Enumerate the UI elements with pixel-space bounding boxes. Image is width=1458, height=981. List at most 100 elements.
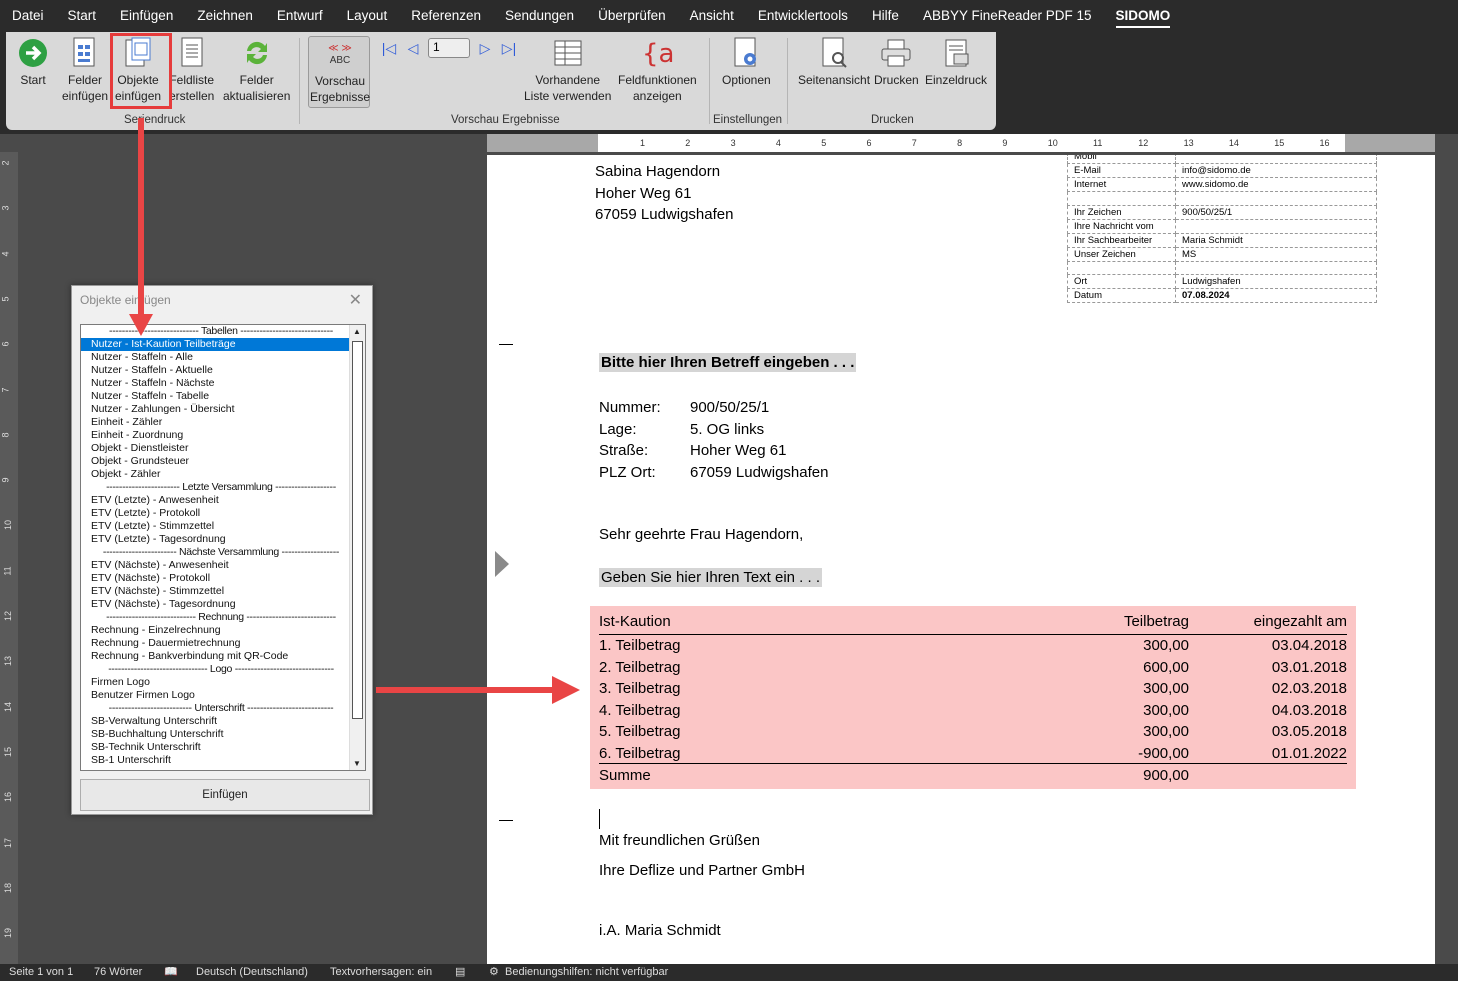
list-item[interactable]: Nutzer - Ist-Kaution Teilbeträge xyxy=(81,338,365,351)
menu-item[interactable]: Zeichnen xyxy=(185,0,265,32)
kaution-cell: eingezahlt am xyxy=(1253,613,1347,630)
list-item[interactable]: Nutzer - Staffeln - Alle xyxy=(81,351,365,364)
kaution-cell: 900,00 xyxy=(1143,767,1189,784)
kaution-cell: 02.03.2018 xyxy=(1271,680,1347,698)
feldfunktionen-button[interactable]: {a} Feldfunktionen anzeigen xyxy=(618,36,697,104)
collapse-arrow-icon[interactable] xyxy=(495,551,509,577)
menu-item[interactable]: Einfügen xyxy=(108,0,185,32)
ruler-tick-label: 8 xyxy=(0,432,11,438)
menu-item[interactable]: Start xyxy=(56,0,109,32)
menu-item[interactable]: Sendungen xyxy=(493,0,586,32)
scroll-up-icon[interactable]: ▲ xyxy=(353,327,361,336)
listbox-scrollbar[interactable]: ▲ ▼ xyxy=(349,325,365,770)
document-page[interactable]: Sabina Hagendorn Hoher Weg 61 67059 Ludw… xyxy=(487,155,1435,964)
menu-item[interactable]: Entwicklertools xyxy=(746,0,860,32)
list-item[interactable]: ETV (Nächste) - Anwesenheit xyxy=(81,559,365,572)
menu-item[interactable]: Ansicht xyxy=(678,0,746,32)
kaution-cell: 2. Teilbetrag xyxy=(599,658,681,676)
group-drucken: Drucken xyxy=(871,114,914,126)
list-item[interactable]: Rechnung - Dauermietrechnung xyxy=(81,637,365,650)
list-item[interactable]: ETV (Letzte) - Stimmzettel xyxy=(81,520,365,533)
list-item[interactable]: Firmen Logo xyxy=(81,676,365,689)
info-label: Internet xyxy=(1067,177,1176,192)
info-value xyxy=(1175,260,1377,276)
next-record-icon[interactable]: ▷ xyxy=(476,40,494,57)
menu-item[interactable]: ABBYY FineReader PDF 15 xyxy=(911,0,1104,32)
menu-item[interactable]: Entwurf xyxy=(265,0,335,32)
previous-record-icon[interactable]: ◁ xyxy=(404,40,422,57)
address-line: 67059 Ludwigshafen xyxy=(595,206,734,223)
ruler-left-margin xyxy=(487,134,598,152)
status-words[interactable]: 76 Wörter xyxy=(94,964,142,981)
list-item[interactable]: ETV (Letzte) - Protokoll xyxy=(81,507,365,520)
ruler-tick-label: 2 xyxy=(685,138,691,148)
einzeldruck-button[interactable]: Einzeldruck xyxy=(925,36,987,88)
list-item[interactable]: Nutzer - Staffeln - Aktuelle xyxy=(81,364,365,377)
list-item[interactable]: Nutzer - Staffeln - Nächste xyxy=(81,377,365,390)
meta-value: 5. OG links xyxy=(690,420,765,438)
menu-item[interactable]: Referenzen xyxy=(399,0,493,32)
optionen-button[interactable]: Optionen xyxy=(722,36,771,88)
close-icon[interactable]: ✕ xyxy=(349,290,362,310)
menu-item[interactable]: Layout xyxy=(335,0,400,32)
vorschau-ergebnisse-button[interactable]: ≪ ≫ ABC Vorschau Ergebnisse xyxy=(308,36,370,108)
list-item[interactable]: Einheit - Zuordnung xyxy=(81,429,365,442)
last-record-icon[interactable]: ▷| xyxy=(500,40,518,57)
list-item[interactable]: Nutzer - Zahlungen - Übersicht xyxy=(81,403,365,416)
menu-item[interactable]: SIDOMO xyxy=(1104,0,1183,32)
macro-icon[interactable]: ▤ xyxy=(455,964,465,981)
drucken-button[interactable]: Drucken xyxy=(874,36,919,88)
list-item[interactable]: Rechnung - Einzelrechnung xyxy=(81,624,365,637)
feldliste-erstellen-button[interactable]: Feldliste erstellen xyxy=(169,36,214,104)
status-page[interactable]: Seite 1 von 1 xyxy=(9,964,73,981)
ruler-tick-label: 15 xyxy=(3,746,14,757)
scroll-down-icon[interactable]: ▼ xyxy=(353,759,361,768)
menu-item[interactable]: Hilfe xyxy=(860,0,911,32)
list-item[interactable]: SB-1 Unterschrift xyxy=(81,754,365,767)
list-item[interactable]: Rechnung - Bankverbindung mit QR-Code xyxy=(81,650,365,663)
menu-item[interactable]: Überprüfen xyxy=(586,0,678,32)
einfuegen-button[interactable]: Einfügen xyxy=(80,779,370,811)
text-placeholder[interactable]: Geben Sie hier Ihren Text ein . . . xyxy=(599,568,823,587)
first-record-icon[interactable]: |◁ xyxy=(380,40,398,57)
list-item[interactable]: ETV (Letzte) - Anwesenheit xyxy=(81,494,365,507)
list-item[interactable]: Objekt - Grundsteuer xyxy=(81,455,365,468)
ruler-tick-label: 14 xyxy=(1228,138,1239,148)
meta-label: Straße: xyxy=(599,442,649,459)
list-item[interactable]: Nutzer - Staffeln - Tabelle xyxy=(81,390,365,403)
list-item[interactable]: Objekt - Dienstleister xyxy=(81,442,365,455)
fold-mark xyxy=(499,344,513,345)
proofing-icon[interactable]: 📖 xyxy=(164,964,178,981)
subject-placeholder[interactable]: Bitte hier Ihren Betreff eingeben . . . xyxy=(599,353,857,372)
list-item[interactable]: ETV (Letzte) - Tagesordnung xyxy=(81,533,365,546)
start-button[interactable]: Start xyxy=(16,36,50,88)
group-separator xyxy=(709,38,710,124)
seitenansicht-button[interactable]: Seitenansicht xyxy=(798,36,870,88)
kaution-cell: 03.04.2018 xyxy=(1271,637,1347,654)
scrollbar-thumb[interactable] xyxy=(352,341,363,719)
list-item[interactable]: Objekt - Zähler xyxy=(81,468,365,481)
status-predictions[interactable]: Textvorhersagen: ein xyxy=(330,964,432,981)
kaution-cell: 03.01.2018 xyxy=(1271,658,1347,676)
list-item[interactable]: ETV (Nächste) - Tagesordnung xyxy=(81,598,365,611)
menu-item[interactable]: Datei xyxy=(0,0,56,32)
felder-einfuegen-button[interactable]: Felder einfügen xyxy=(62,36,108,104)
ruler-tick-label: 12 xyxy=(1138,138,1149,148)
info-row: Unser Zeichen MS xyxy=(1067,246,1377,262)
list-item[interactable]: ETV (Nächste) - Stimmzettel xyxy=(81,585,365,598)
list-item[interactable]: SB-Technik Unterschrift xyxy=(81,741,365,754)
list-item[interactable]: SB-Buchhaltung Unterschrift xyxy=(81,728,365,741)
record-number-input[interactable]: 1 xyxy=(428,38,470,58)
vorhandene-liste-button[interactable]: Vorhandene Liste verwenden xyxy=(524,36,611,104)
status-language[interactable]: Deutsch (Deutschland) xyxy=(196,964,308,981)
objects-listbox[interactable]: ---------------------------- Tabellen --… xyxy=(80,324,366,771)
info-row: Ort Ludwigshafen xyxy=(1067,274,1377,290)
accessibility-icon[interactable]: ⚙ xyxy=(489,964,499,981)
status-accessibility[interactable]: Bedienungshilfen: nicht verfügbar xyxy=(505,964,668,981)
kaution-row: 5. Teilbetrag 300,00 03.05.2018 xyxy=(599,721,1347,743)
list-item[interactable]: Benutzer Firmen Logo xyxy=(81,689,365,702)
list-item[interactable]: SB-Verwaltung Unterschrift xyxy=(81,715,365,728)
felder-aktualisieren-button[interactable]: Felder aktualisieren xyxy=(223,36,290,104)
list-item[interactable]: ETV (Nächste) - Protokoll xyxy=(81,572,365,585)
list-item[interactable]: Einheit - Zähler xyxy=(81,416,365,429)
